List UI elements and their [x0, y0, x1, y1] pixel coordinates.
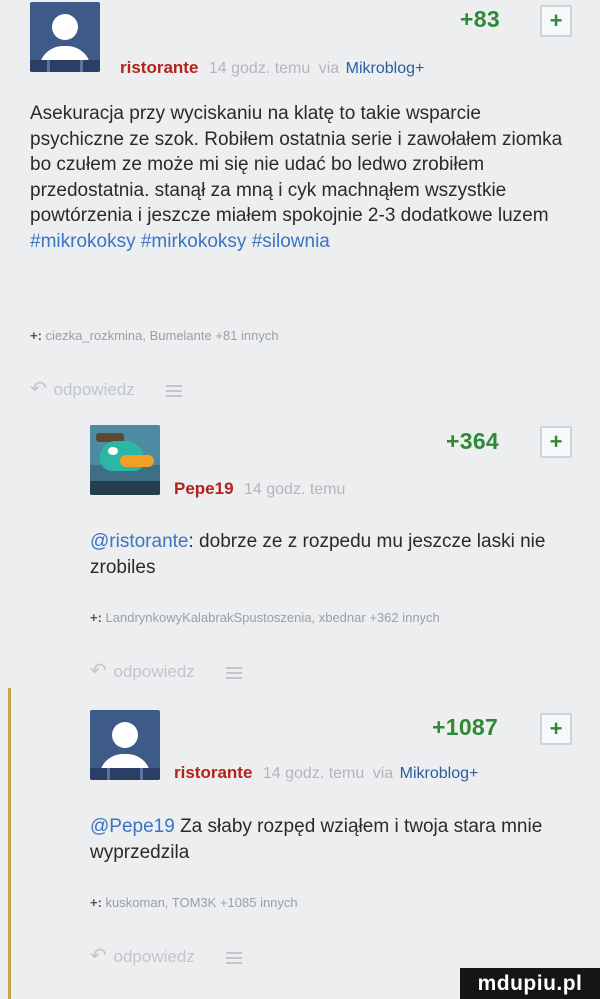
entry-body: @Pepe19 Za słaby rozpęd wziąłem i twoja …	[90, 814, 580, 865]
reply-link[interactable]: odpowiedz	[114, 947, 195, 966]
voters-names[interactable]: kuskoman, TOM3K +1085 innych	[106, 895, 298, 910]
avatar-head-shape	[112, 722, 138, 748]
menu-icon[interactable]	[225, 951, 242, 964]
voters-list[interactable]: +: kuskoman, TOM3K +1085 innych	[90, 895, 298, 910]
vote-score: +1087	[432, 714, 499, 740]
avatar-base	[90, 768, 160, 780]
reply-row: ↶ odpowiedz	[90, 943, 242, 968]
source-link[interactable]: Mikroblog+	[400, 765, 479, 782]
avatar-detail	[140, 768, 143, 780]
entry-3: +1087 + ristorante 14 godz. temu via Mik…	[0, 0, 600, 999]
via-label: via	[372, 765, 394, 782]
mention-link[interactable]: @Pepe19	[90, 816, 175, 837]
site-watermark: mdupiu.pl	[460, 968, 600, 999]
reply-arrow-icon[interactable]: ↶	[90, 943, 107, 968]
username-link[interactable]: ristorante	[174, 763, 252, 782]
timestamp: 14 godz. temu	[262, 765, 365, 782]
voters-prefix: +:	[90, 895, 102, 910]
user-avatar[interactable]	[90, 710, 160, 780]
avatar-detail	[107, 768, 110, 780]
plus-vote-button[interactable]: +	[540, 713, 572, 745]
entry-meta: ristorante 14 godz. temu via Mikroblog+	[174, 763, 478, 783]
